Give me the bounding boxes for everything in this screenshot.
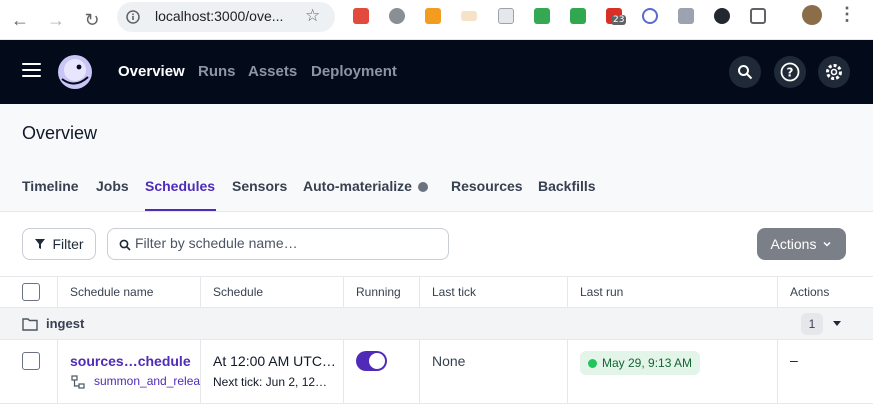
column-divider: [777, 277, 778, 309]
tab-jobs[interactable]: Jobs: [96, 178, 129, 194]
bookmark-star-icon[interactable]: ☆: [305, 6, 320, 26]
help-icon: ?: [780, 62, 800, 82]
search-icon: [119, 239, 131, 251]
column-divider: [419, 277, 420, 309]
toggle-knob: [369, 353, 385, 369]
search-button[interactable]: [729, 56, 761, 88]
column-header-schedule[interactable]: Schedule: [213, 285, 263, 299]
column-header-last-run[interactable]: Last run: [580, 285, 623, 299]
tab-timeline[interactable]: Timeline: [22, 178, 79, 194]
help-button[interactable]: ?: [774, 56, 806, 88]
url-text: localhost:3000/ove...: [155, 8, 284, 24]
column-header-actions: Actions: [790, 285, 830, 299]
extension-icon[interactable]: [353, 8, 369, 24]
column-divider: [57, 277, 58, 309]
schedule-search[interactable]: [107, 228, 449, 260]
select-all-checkbox[interactable]: [22, 283, 40, 301]
last-run-tag[interactable]: May 29, 9:13 AM: [580, 351, 701, 375]
table-row: sources…chedule summon_and_release At 12…: [0, 340, 873, 404]
column-divider: [777, 340, 778, 404]
nav-deployment[interactable]: Deployment: [311, 63, 397, 80]
tab-auto-materialize[interactable]: Auto-materialize: [303, 178, 428, 194]
column-divider: [343, 277, 344, 309]
reload-icon[interactable]: ↻: [78, 6, 106, 34]
back-icon[interactable]: ←: [6, 6, 34, 34]
search-icon: [738, 65, 753, 80]
column-divider: [419, 340, 420, 404]
gear-icon: [826, 64, 842, 80]
job-icon: [71, 375, 85, 389]
column-divider: [57, 340, 58, 404]
settings-button[interactable]: [818, 56, 850, 88]
next-tick: Next tick: Jun 2, 12…: [213, 375, 328, 389]
extension-badge: 23: [611, 15, 627, 25]
status-dot-icon: [417, 182, 428, 192]
last-tick-value: None: [432, 353, 466, 369]
group-count-badge: 1: [801, 313, 823, 335]
svg-text:?: ?: [787, 66, 794, 80]
chevron-down-icon: [823, 241, 831, 247]
vue-extension-icon[interactable]: [678, 8, 694, 24]
tab-backfills[interactable]: Backfills: [538, 178, 596, 194]
app-header: Overview Runs Assets Deployment ?: [0, 40, 873, 104]
running-toggle[interactable]: [356, 351, 387, 371]
tab-auto-materialize-label: Auto-materialize: [303, 178, 412, 194]
page-header: Overview Timeline Jobs Schedules Sensors…: [0, 104, 873, 212]
filter-label: Filter: [52, 236, 84, 252]
chat-extension-icon[interactable]: [642, 8, 658, 24]
profile-avatar[interactable]: [802, 5, 822, 25]
site-info-icon[interactable]: [126, 10, 140, 24]
column-header-last-tick[interactable]: Last tick: [432, 285, 476, 299]
column-header-running[interactable]: Running: [356, 285, 401, 299]
forward-icon[interactable]: →: [42, 6, 70, 34]
schedule-search-input[interactable]: [135, 235, 435, 251]
column-divider: [567, 340, 568, 404]
success-dot-icon: [588, 359, 597, 368]
column-divider: [200, 277, 201, 309]
row-actions: –: [790, 352, 798, 368]
tab-resources[interactable]: Resources: [451, 178, 523, 194]
filter-button[interactable]: Filter: [22, 228, 96, 260]
document-extension-icon[interactable]: [498, 8, 514, 24]
rss-extension-icon[interactable]: [425, 8, 441, 24]
tab-schedules[interactable]: Schedules: [145, 178, 215, 194]
column-header-schedule-name[interactable]: Schedule name: [70, 285, 153, 299]
row-checkbox[interactable]: [22, 352, 40, 370]
filter-icon: [35, 239, 46, 249]
job-link[interactable]: summon_and_release: [94, 374, 200, 388]
active-tab-indicator: [145, 209, 216, 211]
folder-icon: [22, 318, 38, 331]
dagster-logo-icon[interactable]: [56, 53, 94, 91]
group-row-ingest[interactable]: ingest 1: [0, 308, 873, 340]
schedule-cron: At 12:00 AM UTC…: [213, 353, 336, 369]
schedule-name-link[interactable]: sources…chedule: [70, 353, 191, 369]
column-divider: [200, 340, 201, 404]
toolbar: Filter Actions: [0, 212, 873, 276]
caret-down-icon[interactable]: [833, 321, 841, 327]
xml-extension-icon[interactable]: [461, 11, 477, 21]
page-title: Overview: [22, 123, 98, 143]
json-extension-icon[interactable]: [570, 8, 586, 24]
browser-menu-icon[interactable]: ⋮: [838, 4, 856, 25]
nav-overview[interactable]: Overview: [118, 63, 185, 80]
last-run-time: May 29, 9:13 AM: [602, 356, 693, 370]
extensions-puzzle-icon[interactable]: [750, 8, 766, 24]
nav-assets[interactable]: Assets: [248, 63, 297, 80]
react-extension-icon[interactable]: [714, 8, 730, 24]
group-name: ingest: [46, 316, 85, 331]
extension-icon[interactable]: [389, 8, 405, 24]
menu-icon[interactable]: [22, 63, 41, 81]
actions-label: Actions: [770, 236, 817, 252]
address-bar[interactable]: localhost:3000/ove... ☆: [117, 2, 335, 32]
drive-extension-icon[interactable]: [534, 8, 550, 24]
browser-toolbar: ← → ↻ localhost:3000/ove... ☆ 23 ⋮: [0, 0, 873, 40]
nav-runs[interactable]: Runs: [198, 63, 236, 80]
column-divider: [567, 277, 568, 309]
actions-button[interactable]: Actions: [757, 228, 846, 260]
table-header: Schedule name Schedule Running Last tick…: [0, 276, 873, 309]
tab-sensors[interactable]: Sensors: [232, 178, 287, 194]
column-divider: [343, 340, 344, 404]
